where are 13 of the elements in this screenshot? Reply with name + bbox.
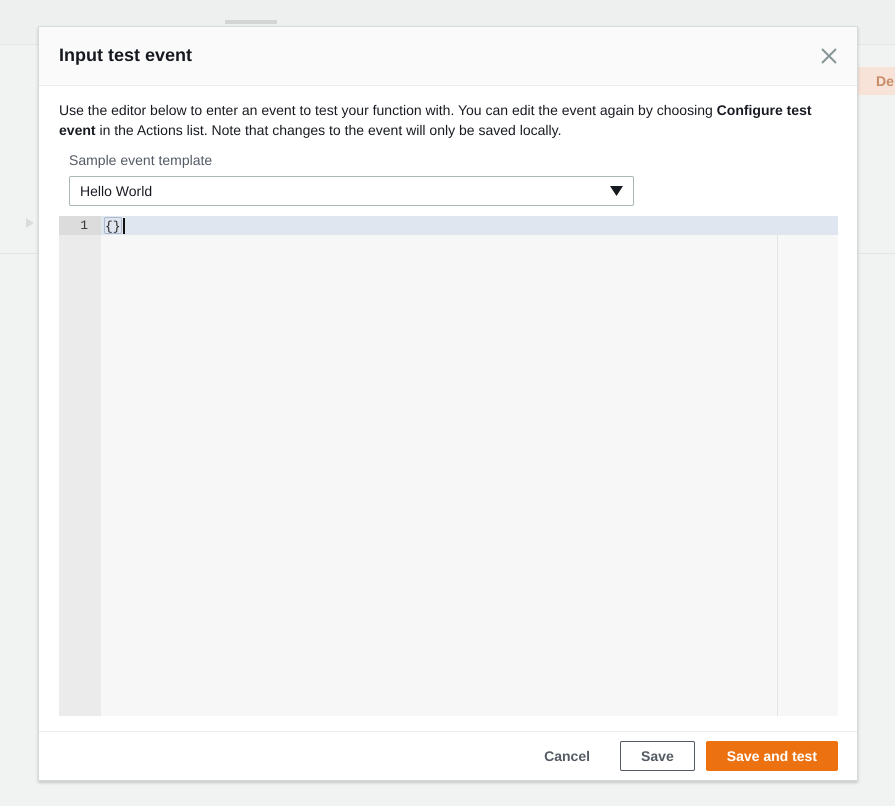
modal-title: Input test event [59, 45, 192, 66]
template-select[interactable]: Hello World [69, 176, 634, 206]
cancel-button[interactable]: Cancel [539, 740, 596, 771]
close-button[interactable] [821, 48, 837, 64]
caret-icon [610, 186, 623, 196]
save-button[interactable]: Save [620, 740, 695, 771]
line-number: 1 [59, 216, 101, 235]
description-text: Use the editor below to enter an event to test your function with. You can edit the event again by choosing Configure test event in the Actions list. Note that changes to the event will only be saved locally. [59, 100, 813, 140]
expand-arrow-icon [26, 218, 34, 228]
text-cursor-icon [122, 218, 125, 234]
code-editor[interactable]: 1 {} [59, 216, 838, 716]
code-text: {} [104, 216, 122, 234]
field-label: Sample event template [69, 150, 212, 170]
